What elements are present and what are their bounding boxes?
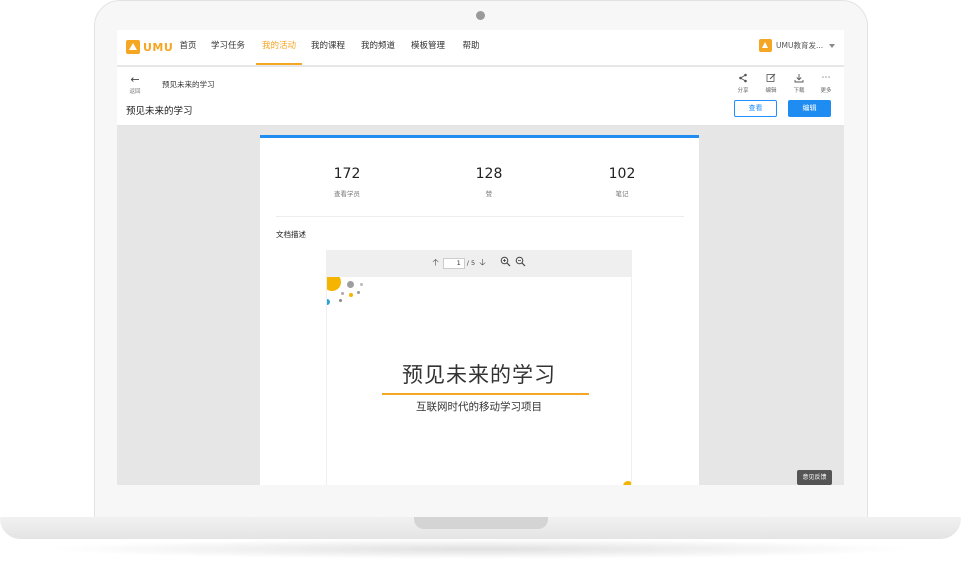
viewer-toolbar: 🡡 1 / 5 🡣 bbox=[326, 250, 632, 276]
page-number-input[interactable]: 1 bbox=[442, 257, 465, 269]
download-icon bbox=[787, 73, 811, 84]
org-name: UMU教育发... bbox=[776, 41, 824, 50]
page-total: / 5 bbox=[466, 259, 476, 267]
arrow-down-icon[interactable]: 🡣 bbox=[479, 255, 485, 271]
more-tool[interactable]: ⋯ 更多 bbox=[814, 73, 838, 94]
nav-item-template-management[interactable]: 模板管理 bbox=[409, 30, 447, 65]
feedback-button[interactable]: 意见反馈 bbox=[797, 470, 832, 485]
app-screen: UMU 首页 学习任务 我的活动 我的课程 我的频道 模板管理 帮助 UMU教育… bbox=[117, 30, 844, 485]
laptop-camera bbox=[476, 11, 485, 20]
arrow-up-icon[interactable]: 🡡 bbox=[432, 255, 438, 271]
edit-tool[interactable]: 编辑 bbox=[759, 73, 783, 94]
laptop-shadow bbox=[40, 539, 921, 559]
back-label[interactable]: 返回 bbox=[123, 87, 147, 95]
page-header: ← 返回 预见未来的学习 预见未来的学习 分享 编辑 下载 ⋯ 更多 查看 编辑 bbox=[117, 67, 844, 126]
decor-dot bbox=[339, 299, 342, 302]
decor-dot bbox=[349, 293, 353, 297]
zoom-out-icon[interactable] bbox=[515, 256, 526, 270]
slide-title: 预见未来的学习 bbox=[402, 363, 556, 387]
laptop-base-notch bbox=[414, 517, 548, 529]
document-viewer: 🡡 1 / 5 🡣 预见未来的学习 互联网时代的移动学习项目 bbox=[326, 250, 632, 485]
stat-notes: 102 笔记 bbox=[562, 166, 682, 198]
decor-dot bbox=[357, 291, 360, 294]
stat-likes-value: 128 bbox=[475, 166, 503, 182]
chevron-down-icon bbox=[829, 43, 836, 48]
back-arrow-icon[interactable]: ← bbox=[126, 73, 144, 86]
more-label: 更多 bbox=[820, 88, 832, 94]
edit-icon bbox=[759, 73, 783, 84]
stat-viewers-label: 查看学员 bbox=[334, 190, 360, 198]
logo-text: UMU bbox=[143, 40, 174, 54]
org-switcher[interactable]: UMU教育发... bbox=[759, 39, 836, 52]
umu-logo-icon bbox=[126, 40, 140, 54]
decor-dot bbox=[327, 299, 330, 305]
slide-underline bbox=[382, 393, 589, 395]
edit-label: 编辑 bbox=[765, 88, 777, 94]
edit-button[interactable]: 编辑 bbox=[788, 100, 831, 117]
nav-item-my-channels[interactable]: 我的频道 bbox=[359, 30, 397, 65]
stat-notes-value: 102 bbox=[608, 166, 636, 182]
nav-item-learning-tasks[interactable]: 学习任务 bbox=[209, 30, 247, 65]
top-nav: UMU 首页 学习任务 我的活动 我的课程 我的频道 模板管理 帮助 UMU教育… bbox=[117, 30, 844, 66]
zoom-in-icon[interactable] bbox=[500, 256, 511, 270]
more-icon: ⋯ bbox=[821, 73, 831, 83]
document-card: 172 查看学员 128 赞 102 笔记 文档描述 🡡 1 / 5 🡣 预见未… bbox=[260, 135, 699, 485]
stat-viewers-value: 172 bbox=[333, 166, 361, 182]
decor-dot bbox=[341, 292, 344, 295]
nav-item-my-activities[interactable]: 我的活动 bbox=[256, 30, 302, 65]
stat-notes-label: 笔记 bbox=[615, 190, 629, 198]
nav-item-help[interactable]: 帮助 bbox=[459, 30, 483, 65]
nav-item-home[interactable]: 首页 bbox=[175, 30, 201, 65]
decor-dot bbox=[623, 481, 631, 485]
view-button[interactable]: 查看 bbox=[734, 100, 777, 117]
slide-subtitle: 互联网时代的移动学习项目 bbox=[416, 401, 542, 413]
decor-dot bbox=[360, 283, 363, 286]
divider bbox=[276, 216, 684, 217]
nav-item-my-courses[interactable]: 我的课程 bbox=[309, 30, 347, 65]
stat-likes-label: 赞 bbox=[485, 190, 493, 198]
share-tool[interactable]: 分享 bbox=[731, 73, 755, 94]
decor-dot bbox=[327, 277, 341, 291]
document-description-label: 文档描述 bbox=[276, 230, 306, 239]
breadcrumb: 预见未来的学习 bbox=[162, 80, 215, 89]
org-logo-icon bbox=[759, 39, 772, 52]
slide-page: 预见未来的学习 互联网时代的移动学习项目 bbox=[327, 277, 631, 485]
share-icon bbox=[731, 73, 755, 84]
decor-dot bbox=[347, 281, 354, 288]
stat-viewers: 172 查看学员 bbox=[287, 166, 407, 198]
stat-likes: 128 赞 bbox=[429, 166, 549, 198]
page-title: 预见未来的学习 bbox=[126, 106, 193, 117]
download-label: 下载 bbox=[793, 88, 805, 94]
umu-logo[interactable]: UMU bbox=[126, 38, 173, 56]
download-tool[interactable]: 下载 bbox=[787, 73, 811, 94]
share-label: 分享 bbox=[737, 88, 749, 94]
